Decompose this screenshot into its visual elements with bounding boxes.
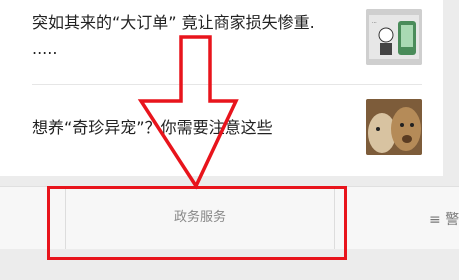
right-service-tab[interactable]: ≡ 警	[429, 209, 459, 229]
bottom-service-bar: 政务服务 ≡ 警	[0, 186, 459, 249]
news-thumbnail[interactable]: ...	[366, 9, 422, 65]
news-item[interactable]: 想养“奇珍异宠”？你需要注意这些	[0, 86, 443, 176]
svg-text:...: ...	[372, 19, 377, 25]
news-title[interactable]: 突如其来的“大订单” 竟让商家损失惨重.	[32, 11, 315, 35]
gov-service-tab[interactable]: 政务服务	[65, 187, 335, 249]
news-thumbnail[interactable]	[366, 99, 422, 155]
menu-icon: ≡	[429, 212, 441, 228]
news-title-continuation[interactable]: .....	[32, 37, 57, 61]
news-feed: 突如其来的“大订单” 竟让商家损失惨重. ..... ... 想养“奇珍异宠”？…	[0, 0, 443, 176]
news-item[interactable]: 突如其来的“大订单” 竟让商家损失惨重. ..... ...	[0, 0, 443, 84]
feed-divider	[32, 84, 422, 85]
right-tab-label: 警	[445, 212, 459, 228]
news-title[interactable]: 想养“奇珍异宠”？你需要注意这些	[32, 116, 273, 140]
